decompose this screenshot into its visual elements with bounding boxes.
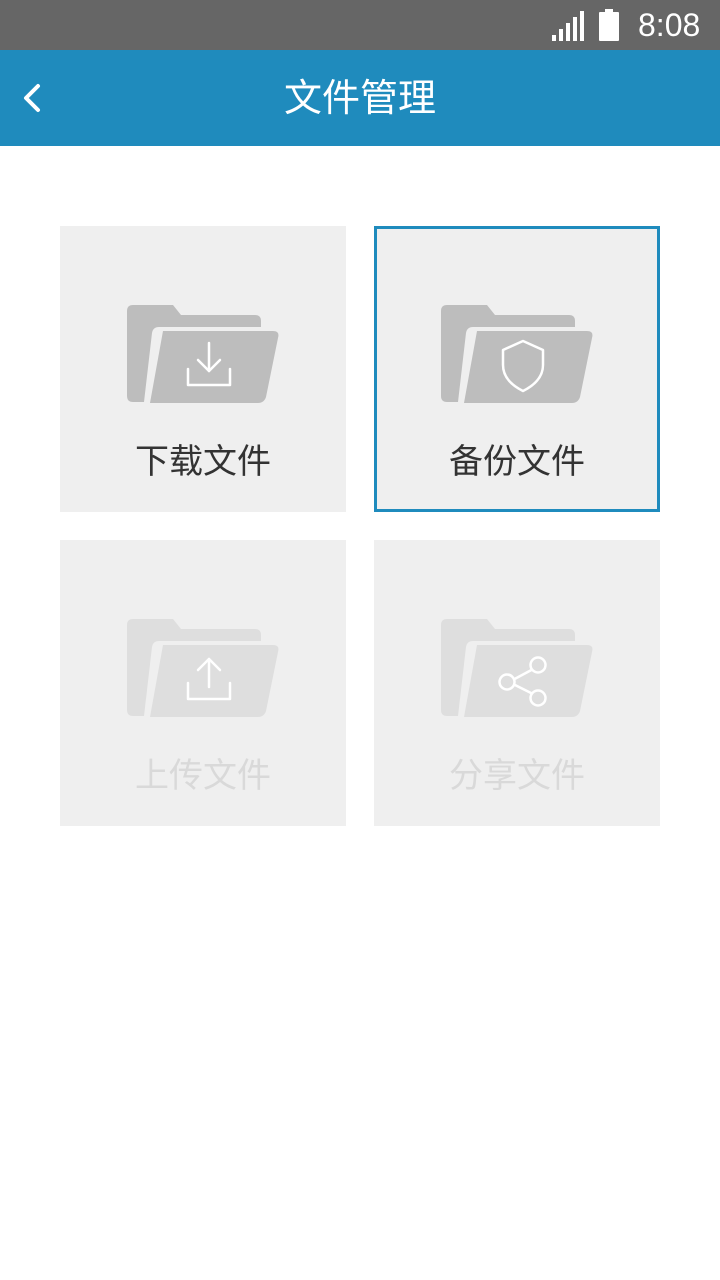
app-bar: 文件管理 <box>0 50 720 146</box>
tile-upload-files[interactable]: 上传文件 <box>60 540 346 826</box>
folder-download-icon <box>127 305 279 403</box>
tile-label: 上传文件 <box>135 756 271 796</box>
tile-label: 备份文件 <box>449 442 585 482</box>
tile-share-files[interactable]: 分享文件 <box>374 540 660 826</box>
status-time: 8:08 <box>638 7 701 43</box>
chevron-left-icon[interactable] <box>14 78 54 118</box>
battery-full-icon <box>599 9 619 41</box>
folder-share-icon <box>441 619 593 717</box>
status-bar: 8:08 <box>0 0 720 50</box>
tile-label: 分享文件 <box>449 756 585 796</box>
page-title: 文件管理 <box>283 76 436 120</box>
tile-backup-files[interactable]: 备份文件 <box>374 226 660 512</box>
folder-upload-icon <box>127 619 279 717</box>
tile-label: 下载文件 <box>135 442 271 482</box>
folder-shield-icon <box>441 305 593 403</box>
cellular-signal-icon <box>552 11 584 41</box>
tile-download-files[interactable]: 下载文件 <box>60 226 346 512</box>
